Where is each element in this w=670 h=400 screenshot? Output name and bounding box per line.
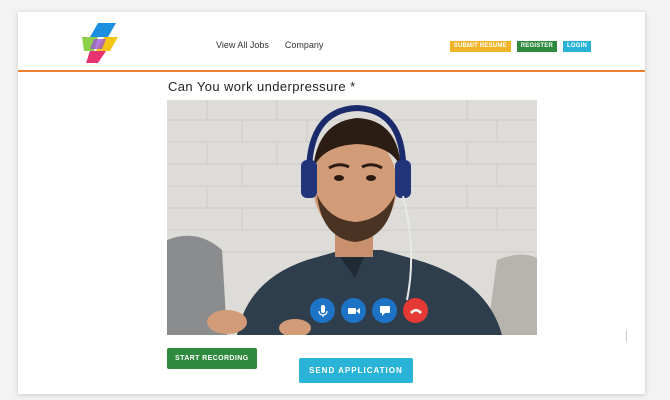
hang-up-icon [409,308,422,314]
page-card: View All Jobs Company SUBMIT RESUME REGI… [18,12,645,394]
company-logo[interactable] [80,21,122,63]
send-application-button[interactable]: SEND APPLICATION [299,358,413,383]
register-button[interactable]: REGISTER [516,41,557,52]
call-controls [310,298,428,323]
nav-company[interactable]: Company [285,40,324,50]
video-call-frame [167,100,537,335]
chat-button[interactable] [372,298,397,323]
scrollbar-indicator [626,330,627,342]
nav-view-all-jobs[interactable]: View All Jobs [216,40,269,50]
microphone-icon [317,304,328,317]
site-header: View All Jobs Company SUBMIT RESUME REGI… [18,12,645,72]
login-button[interactable]: LOGIN [563,41,591,52]
header-actions: SUBMIT RESUME REGISTER LOGIN [449,41,591,52]
microphone-button[interactable] [310,298,335,323]
chat-icon [379,305,390,316]
hang-up-button[interactable] [403,298,428,323]
main-nav: View All Jobs Company [216,40,323,50]
video-camera-button[interactable] [341,298,366,323]
question-title: Can You work underpressure * [168,79,356,94]
start-recording-button[interactable]: START RECORDING [167,348,257,369]
submit-resume-button[interactable]: SUBMIT RESUME [449,41,511,52]
video-camera-icon [347,307,360,314]
